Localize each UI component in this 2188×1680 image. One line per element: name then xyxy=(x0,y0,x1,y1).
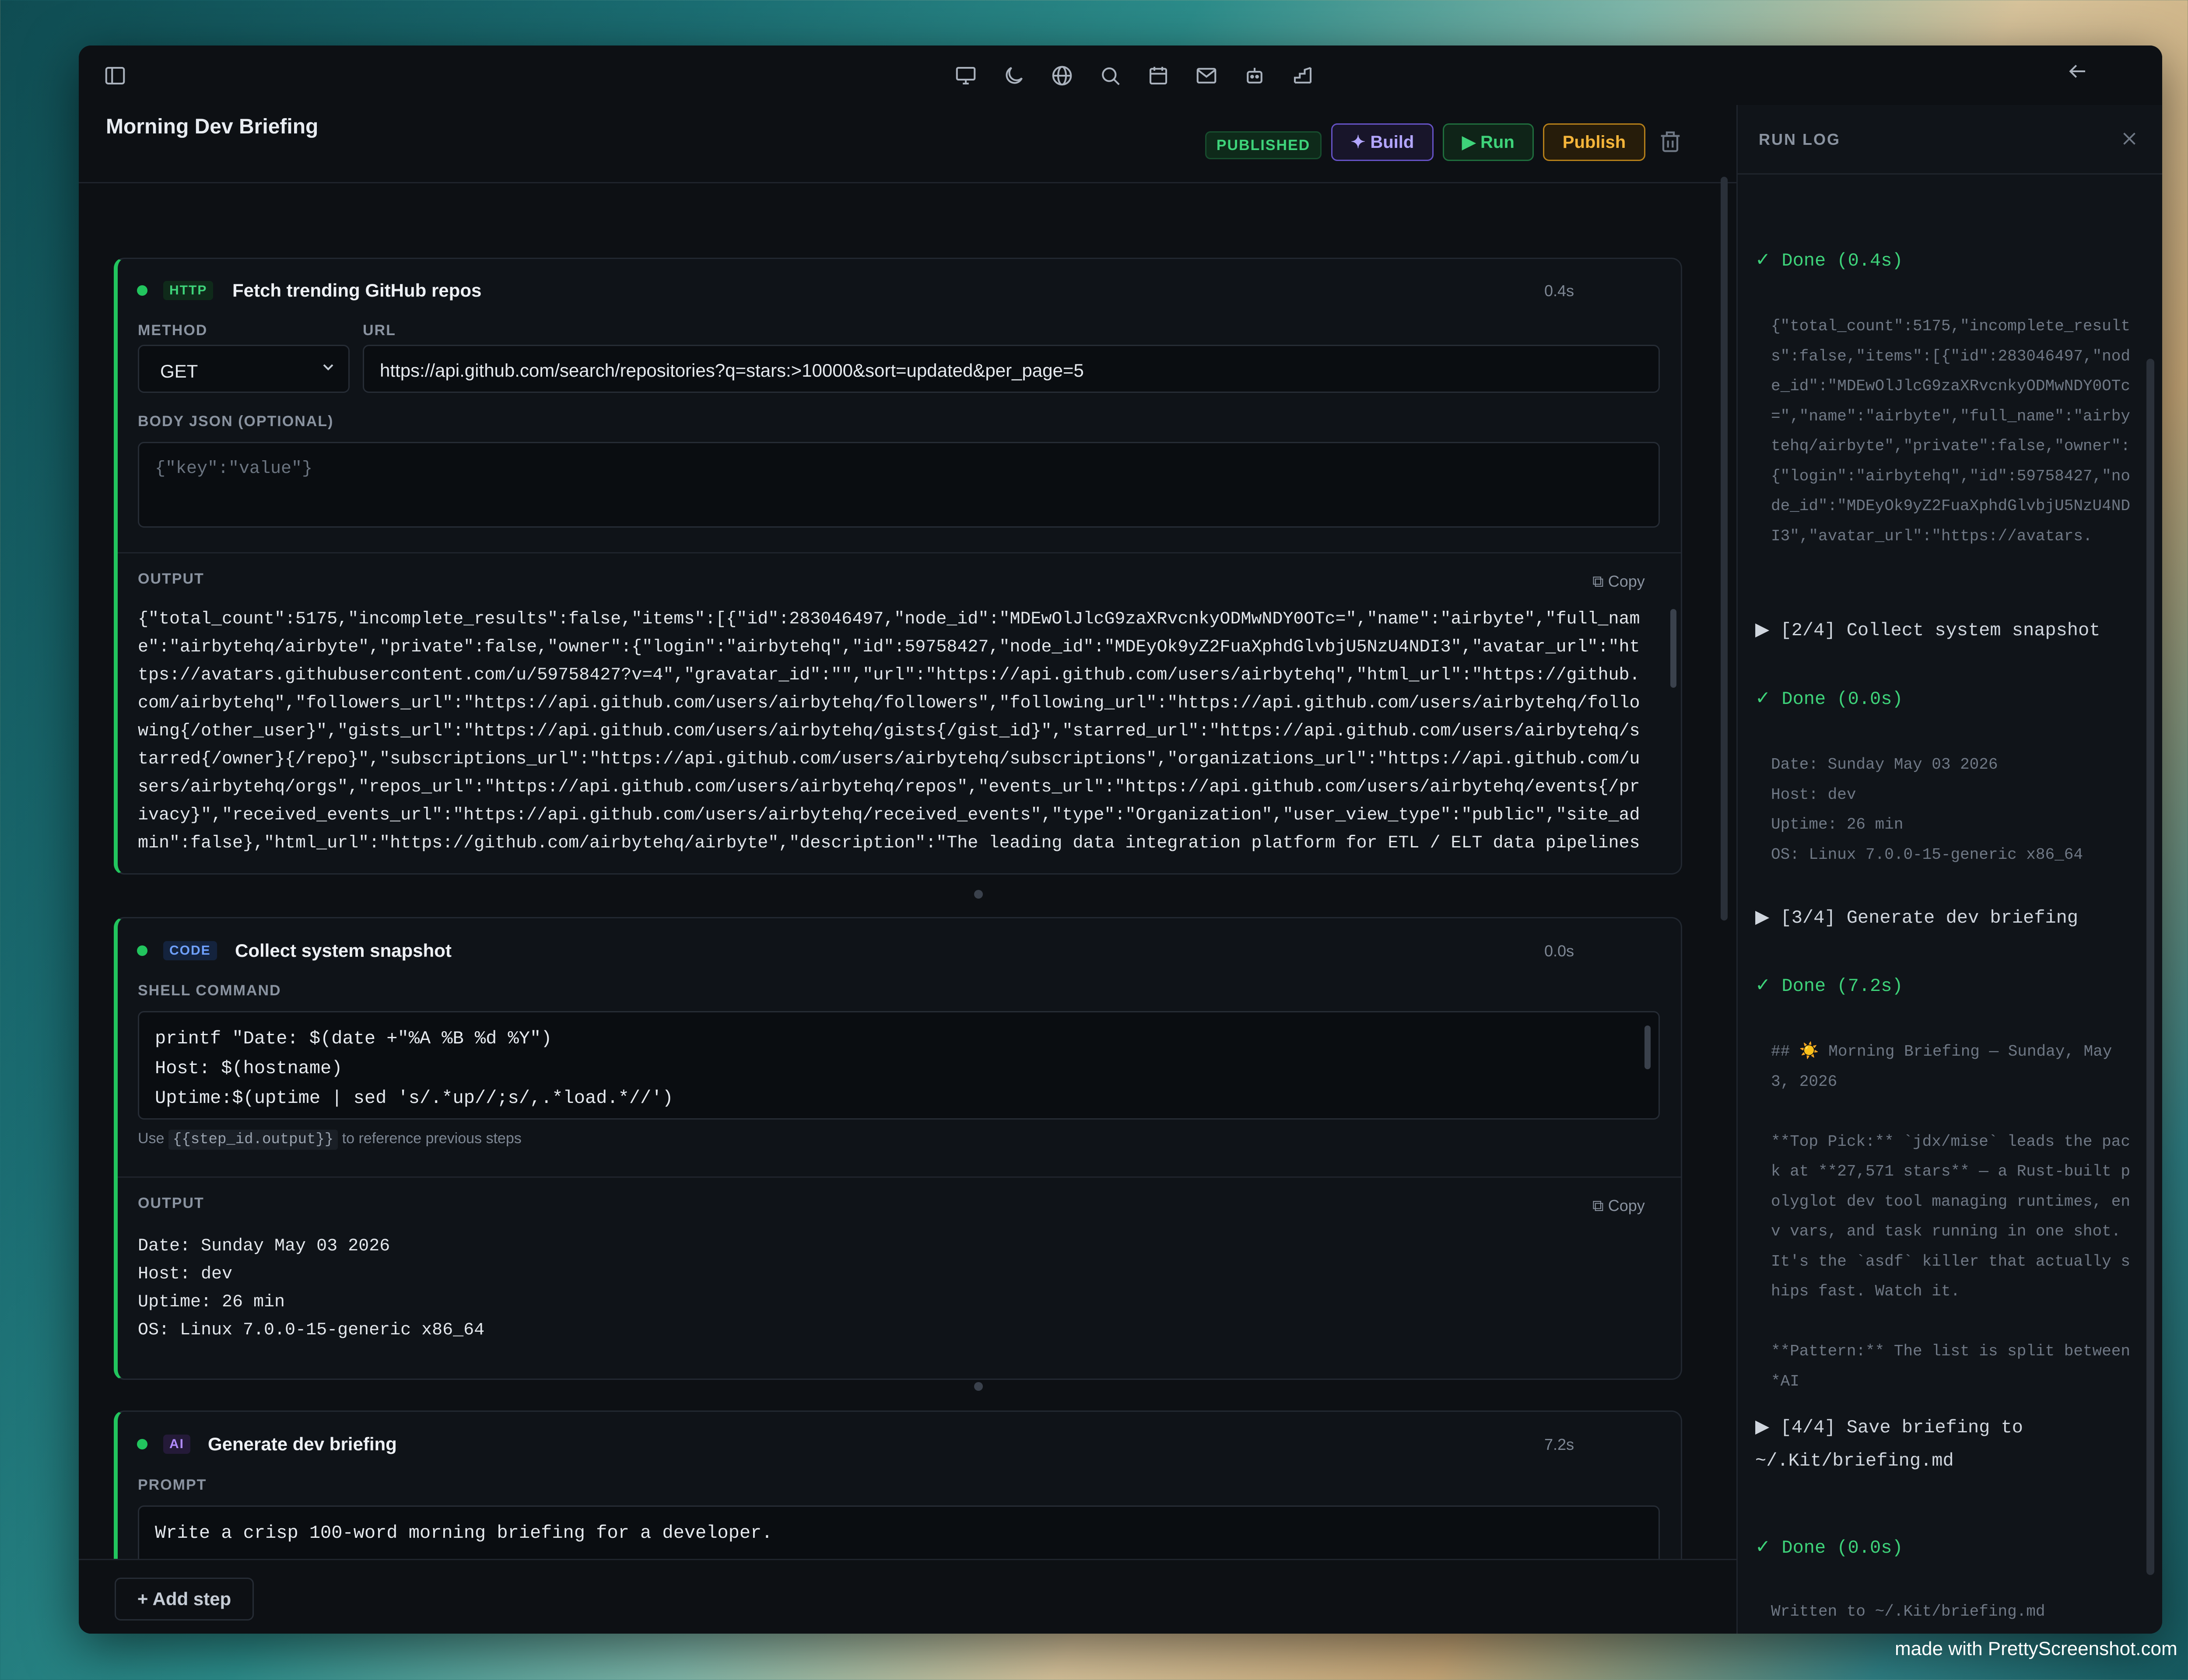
run-log-output: {"total_count":5175,"incomplete_results"… xyxy=(1771,317,2130,545)
copy-label: Copy xyxy=(1608,572,1645,590)
step-card-http: HTTP Fetch trending GitHub repos 0.4s ME… xyxy=(114,258,1682,875)
run-log-done: ✓ Done (0.0s) xyxy=(1755,1537,1903,1558)
copy-button[interactable]: ⧉ Copy xyxy=(1592,572,1645,591)
editor-footer: + Add step xyxy=(79,1559,1736,1634)
steps-scrollbar[interactable] xyxy=(1721,177,1728,920)
run-log-done: ✓ Done (0.4s) xyxy=(1755,250,1903,271)
method-value: GET xyxy=(160,361,198,382)
run-log-title: RUN LOG xyxy=(1759,130,1841,148)
status-dot xyxy=(137,285,147,296)
step-title: Collect system snapshot xyxy=(235,940,452,961)
top-toolbar xyxy=(79,46,2162,105)
prompt-label: PROMPT xyxy=(138,1477,207,1493)
run-log-output: Date: Sunday May 03 2026 Host: dev Uptim… xyxy=(1771,756,2083,864)
run-log-panel: RUN LOG ✓ Done (0.4s) {"total_count":517… xyxy=(1736,105,2162,1634)
chart-icon[interactable] xyxy=(1291,64,1315,88)
copy-button[interactable]: ⧉ Copy xyxy=(1592,1197,1645,1215)
run-log-done: ✓ Done (0.0s) xyxy=(1755,689,1903,710)
output-label: OUTPUT xyxy=(138,1195,204,1211)
publish-button[interactable]: Publish xyxy=(1543,123,1645,161)
prompt-textarea[interactable]: Write a crisp 100-word morning briefing … xyxy=(138,1505,1660,1559)
reference-hint: Use {{step_id.output}} to reference prev… xyxy=(138,1130,522,1150)
step-type-tag: HTTP xyxy=(163,281,214,300)
run-log-output: ## ☀️ Morning Briefing — Sunday, May 3, … xyxy=(1771,1043,2130,1387)
chevron-down-icon xyxy=(319,358,337,378)
app-window: Morning Dev Briefing PUBLISHED ✦ Build ▶… xyxy=(79,46,2162,1634)
trash-icon[interactable] xyxy=(1656,128,1684,156)
moon-icon[interactable] xyxy=(1002,64,1026,88)
status-dot xyxy=(137,1439,147,1449)
calendar-icon[interactable] xyxy=(1147,64,1170,88)
close-icon[interactable] xyxy=(2118,128,2140,150)
shell-command-textarea[interactable]: printf "Date: $(date +"%A %B %d %Y") Hos… xyxy=(138,1011,1660,1120)
copy-icon: ⧉ xyxy=(1592,572,1604,590)
run-log-done: ✓ Done (7.2s) xyxy=(1755,976,1903,997)
url-label: URL xyxy=(363,322,396,339)
output-content: Date: Sunday May 03 2026 Host: dev Uptim… xyxy=(138,1236,485,1340)
step-type-tag: CODE xyxy=(163,941,217,960)
step-time: 7.2s xyxy=(1544,1435,1574,1453)
page-title: Morning Dev Briefing xyxy=(106,115,319,138)
back-arrow-icon[interactable] xyxy=(2065,60,2089,83)
body-json-textarea[interactable]: {"key":"value"} xyxy=(138,442,1660,528)
robot-icon[interactable] xyxy=(1243,64,1266,88)
section-divider xyxy=(118,552,1681,553)
hint-code: {{step_id.output}} xyxy=(168,1130,338,1150)
add-step-button[interactable]: + Add step xyxy=(115,1578,254,1620)
step-type-tag: AI xyxy=(163,1435,190,1454)
url-value: https://api.github.com/search/repositori… xyxy=(380,360,1084,381)
run-log-step[interactable]: ▶ [4/4] Save briefing to ~/.Kit/briefing… xyxy=(1755,1411,2140,1477)
output-scrollbar[interactable] xyxy=(1670,609,1676,688)
search-icon[interactable] xyxy=(1098,64,1122,88)
prompt-value: Write a crisp 100-word morning briefing … xyxy=(155,1522,773,1544)
shell-command-value: printf "Date: $(date +"%A %B %d %Y") Hos… xyxy=(155,1028,673,1109)
shell-command-label: SHELL COMMAND xyxy=(138,982,281,999)
section-divider xyxy=(118,1176,1681,1178)
run-log-step[interactable]: ▶ [3/4] Generate dev briefing xyxy=(1755,901,2140,934)
step-card-ai: AI Generate dev briefing 7.2s PROMPT Wri… xyxy=(114,1410,1682,1559)
step-title: Fetch trending GitHub repos xyxy=(232,280,482,301)
hint-prefix: Use xyxy=(138,1130,165,1147)
sidebar-toggle-icon[interactable] xyxy=(103,64,127,88)
step-time: 0.0s xyxy=(1544,942,1574,960)
step-card-code: CODE Collect system snapshot 0.0s SHELL … xyxy=(114,917,1682,1380)
url-input[interactable]: https://api.github.com/search/repositori… xyxy=(363,345,1660,393)
steps-list: HTTP Fetch trending GitHub repos 0.4s ME… xyxy=(79,183,1736,1559)
connector-dot xyxy=(974,1382,983,1391)
method-label: METHOD xyxy=(138,322,208,339)
body-json-placeholder: {"key":"value"} xyxy=(155,459,313,479)
copy-label: Copy xyxy=(1608,1197,1645,1214)
command-scrollbar[interactable] xyxy=(1645,1026,1651,1069)
step-time: 0.4s xyxy=(1544,282,1574,300)
run-log-scrollbar[interactable] xyxy=(2146,359,2154,1575)
monitor-icon[interactable] xyxy=(954,64,978,88)
connector-dot xyxy=(974,890,983,899)
output-content: {"total_count":5175,"incomplete_results"… xyxy=(138,609,1640,853)
method-select[interactable]: GET xyxy=(138,345,350,393)
run-button[interactable]: ▶ Run xyxy=(1443,123,1534,161)
credit-watermark: made with PrettyScreenshot.com xyxy=(1895,1638,2177,1659)
output-label: OUTPUT xyxy=(138,570,204,587)
mail-icon[interactable] xyxy=(1195,64,1218,88)
status-badge: PUBLISHED xyxy=(1205,131,1322,159)
globe-icon[interactable] xyxy=(1050,64,1074,88)
step-title: Generate dev briefing xyxy=(208,1434,397,1454)
run-log-output: Written to ~/.Kit/briefing.md xyxy=(1771,1603,2045,1620)
run-log-header: RUN LOG xyxy=(1738,105,2162,175)
status-dot xyxy=(137,945,147,956)
body-json-label: BODY JSON (OPTIONAL) xyxy=(138,413,334,430)
run-log-step[interactable]: ▶ [2/4] Collect system snapshot xyxy=(1755,614,2140,647)
build-button[interactable]: ✦ Build xyxy=(1331,123,1434,161)
copy-icon: ⧉ xyxy=(1592,1197,1604,1214)
hint-suffix: to reference previous steps xyxy=(342,1130,522,1147)
